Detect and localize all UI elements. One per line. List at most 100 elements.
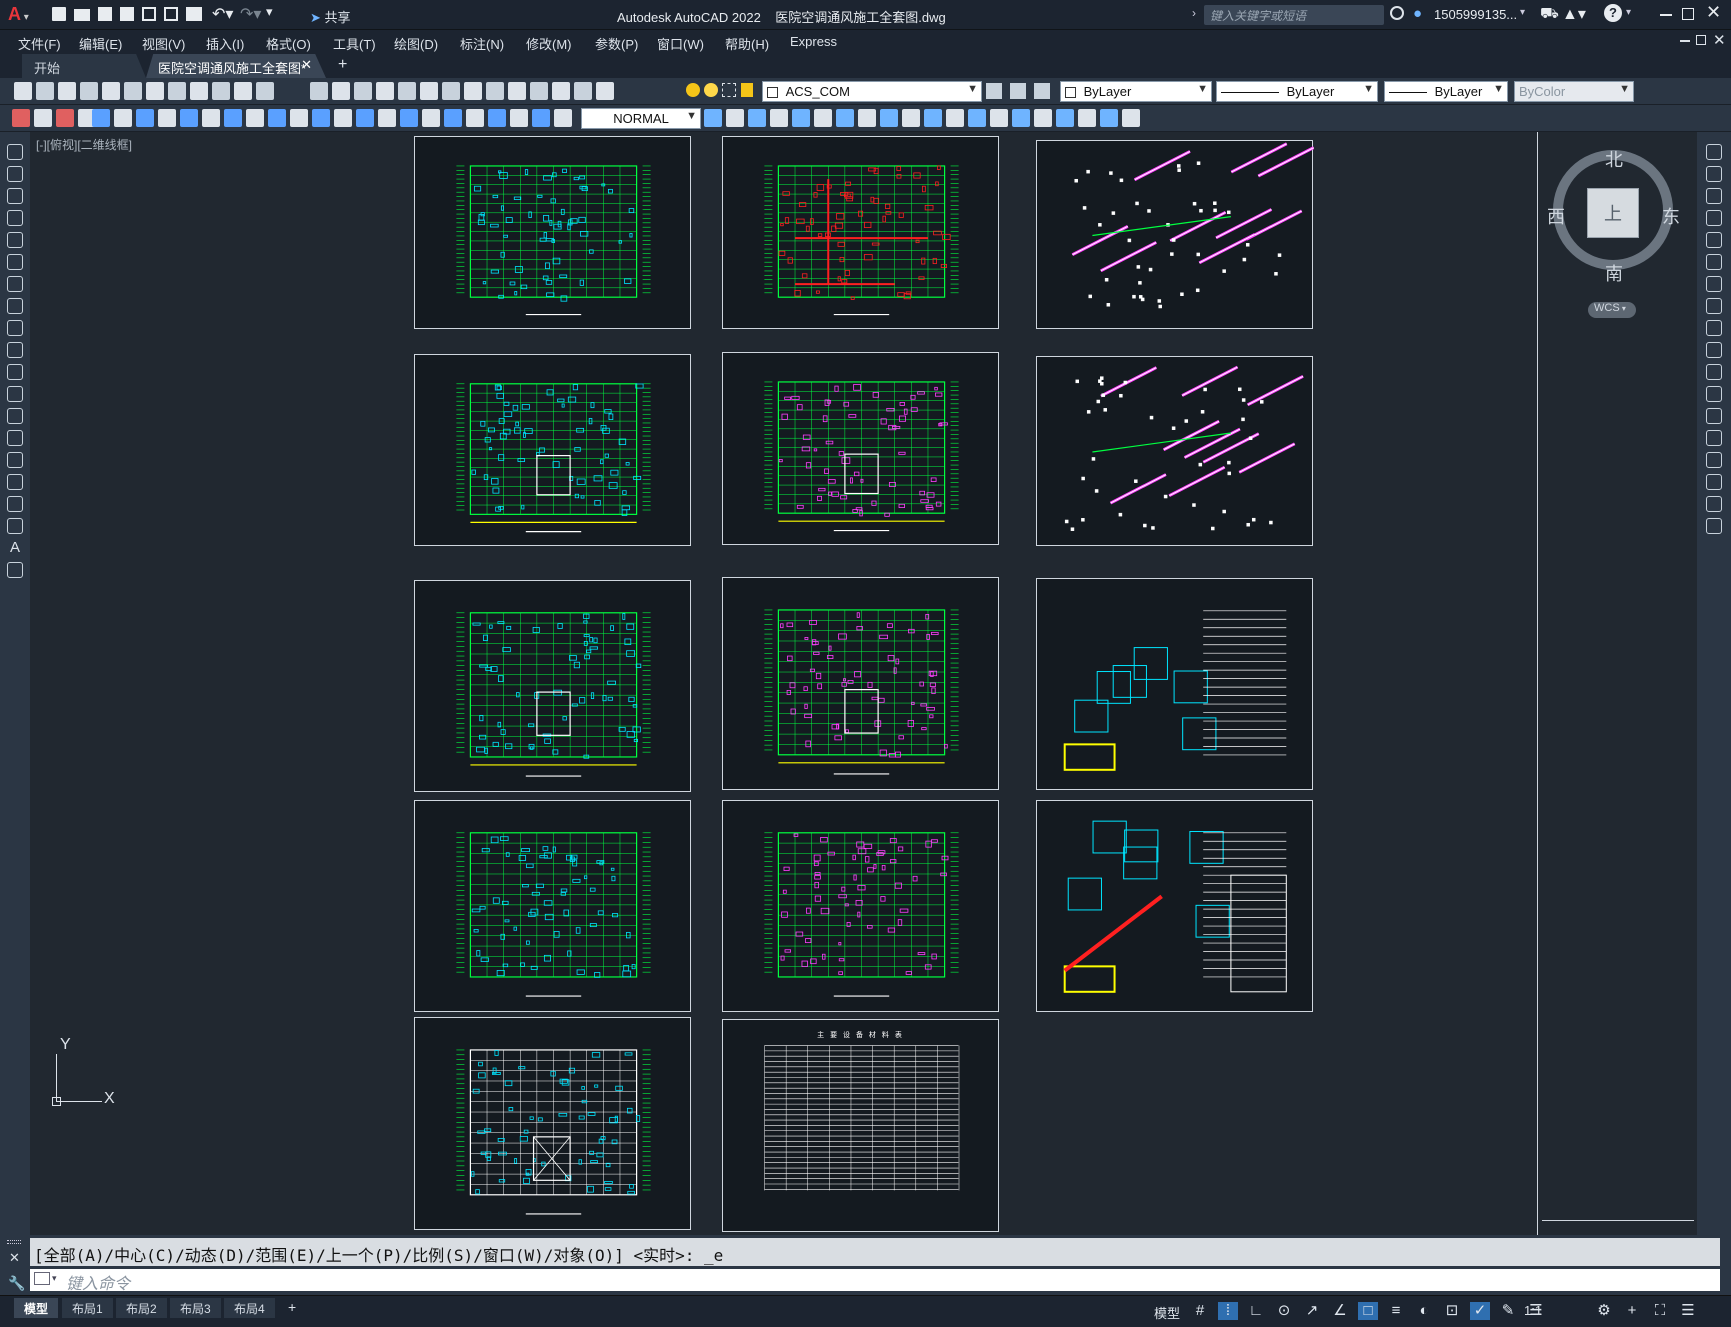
send-back-icon[interactable] xyxy=(748,109,766,127)
drawing-sheet-3[interactable] xyxy=(1036,140,1315,329)
menu-edit[interactable]: 编辑(E) xyxy=(79,34,122,53)
jogged-icon[interactable] xyxy=(202,109,220,127)
save-icon[interactable] xyxy=(98,7,112,21)
properties-icon[interactable] xyxy=(442,82,460,100)
make-block-icon[interactable] xyxy=(7,408,23,424)
add-selected-icon[interactable] xyxy=(7,562,23,578)
menu-insert[interactable]: 插入(I) xyxy=(206,34,244,53)
customize-qat-icon[interactable]: ▾ xyxy=(266,4,273,20)
join-icon[interactable] xyxy=(1706,430,1722,446)
mtext-icon[interactable] xyxy=(56,109,74,127)
web-mobile-open-icon[interactable] xyxy=(142,7,156,21)
hatch-icon[interactable] xyxy=(7,452,23,468)
offset-icon[interactable] xyxy=(1706,210,1722,226)
drawing-sheet-1[interactable] xyxy=(414,136,691,329)
bring-front-icon[interactable] xyxy=(726,109,744,127)
zoom-previous-icon[interactable] xyxy=(420,82,438,100)
annotation-scale[interactable]: 1:1 xyxy=(1524,1303,1542,1318)
scrollbar-horizontal[interactable] xyxy=(1542,1220,1694,1221)
mirror-icon[interactable] xyxy=(1706,188,1722,204)
bring-above-icon[interactable] xyxy=(770,109,788,127)
copy-icon[interactable] xyxy=(190,82,208,100)
undo-icon[interactable]: ↶▾ xyxy=(212,4,233,24)
drawing-sheet-4[interactable] xyxy=(414,354,691,546)
layer-previous-icon[interactable] xyxy=(1010,83,1026,99)
doc-close-icon[interactable]: ✕ xyxy=(1713,31,1726,49)
markup-icon[interactable] xyxy=(530,82,548,100)
multiline-text-icon[interactable]: A xyxy=(7,540,23,556)
freeze-icon[interactable] xyxy=(722,83,736,97)
selection-cycling-toggle-icon[interactable]: ⊡ xyxy=(1442,1302,1462,1320)
scale-icon[interactable] xyxy=(1706,298,1722,314)
dim-edit-icon[interactable] xyxy=(466,109,484,127)
menu-modify[interactable]: 修改(M) xyxy=(526,34,572,53)
quickcalc-icon[interactable] xyxy=(552,82,570,100)
break-icon[interactable] xyxy=(1706,408,1722,424)
aligned-dim-icon[interactable] xyxy=(114,109,132,127)
user-name[interactable]: 1505999135... xyxy=(1434,7,1517,22)
drawing-sheet-6[interactable] xyxy=(1036,356,1313,546)
leader-front-icon[interactable] xyxy=(858,109,876,127)
polyline-icon[interactable] xyxy=(7,188,23,204)
zoom-realtime-icon[interactable] xyxy=(376,82,394,100)
quick-dim-icon[interactable] xyxy=(268,109,286,127)
select-group-icon[interactable] xyxy=(968,109,986,127)
menu-format[interactable]: 格式(O) xyxy=(266,34,311,53)
doc-minimize-icon[interactable] xyxy=(1680,40,1690,42)
paste-icon[interactable] xyxy=(212,82,230,100)
drawing-sheet-7[interactable] xyxy=(414,580,691,792)
point-icon[interactable] xyxy=(7,430,23,446)
explode-icon[interactable] xyxy=(1706,518,1722,534)
3d-print-icon[interactable] xyxy=(146,82,164,100)
prompt-dropdown-icon[interactable]: ▾ xyxy=(52,1273,57,1284)
open-icon[interactable] xyxy=(36,82,54,100)
drawing-canvas[interactable]: [-][俯视][二维线框] 主 要 设 备 材 料 表 上 北 南 西 东 WC… xyxy=(30,132,1697,1235)
workspace-toggle-icon[interactable]: ⚙ xyxy=(1594,1302,1614,1320)
baseline-icon[interactable] xyxy=(290,109,308,127)
tab-model[interactable]: 模型 xyxy=(14,1298,59,1318)
jog-line-icon[interactable] xyxy=(444,109,462,127)
undo-icon[interactable] xyxy=(310,82,328,100)
doc-restore-icon[interactable] xyxy=(1696,35,1706,45)
cut-icon[interactable] xyxy=(168,82,186,100)
revision-cloud-icon[interactable] xyxy=(7,298,23,314)
close-icon[interactable]: ✕ xyxy=(1706,2,1721,23)
design-center-icon[interactable] xyxy=(464,82,482,100)
model-space-button[interactable]: 模型 xyxy=(1154,1303,1180,1322)
center-mark-icon[interactable] xyxy=(400,109,418,127)
arc-icon[interactable] xyxy=(7,254,23,270)
grid-toggle-icon[interactable]: # xyxy=(1190,1302,1210,1320)
polar-toggle-icon[interactable]: ⊙ xyxy=(1274,1302,1294,1320)
wcs-menu-button[interactable]: WCS ▾ xyxy=(1588,302,1636,318)
tool-palettes-icon[interactable] xyxy=(486,82,504,100)
new-layout-button[interactable]: + xyxy=(288,1299,296,1315)
open-icon[interactable] xyxy=(74,9,90,21)
blend-curves-icon[interactable] xyxy=(1706,496,1722,512)
boundary-icon[interactable] xyxy=(1056,109,1074,127)
break-at-point-icon[interactable] xyxy=(1706,386,1722,402)
pan-icon[interactable] xyxy=(354,82,372,100)
copy-icon[interactable] xyxy=(1706,166,1722,182)
ortho-toggle-icon[interactable]: ∟ xyxy=(1246,1302,1266,1320)
viewcube-south[interactable]: 南 xyxy=(1605,260,1623,286)
drawing-sheet-10[interactable] xyxy=(414,800,691,1012)
drawing-sheet-11[interactable] xyxy=(722,800,999,1012)
angular-icon[interactable] xyxy=(246,109,264,127)
text-edit-icon[interactable] xyxy=(34,109,52,127)
region-icon[interactable] xyxy=(1034,109,1052,127)
diameter-icon[interactable] xyxy=(224,109,242,127)
dim-break-icon[interactable] xyxy=(356,109,374,127)
help-icon[interactable]: ? xyxy=(1604,4,1622,22)
fillet-icon[interactable] xyxy=(1706,474,1722,490)
viewcube-face-top[interactable]: 上 xyxy=(1587,188,1639,238)
object-snap-toggle-icon[interactable]: □ xyxy=(1358,1302,1378,1320)
menu-view[interactable]: 视图(V) xyxy=(142,34,185,53)
match-properties-icon[interactable] xyxy=(234,82,252,100)
object-snap-tracking-toggle-icon[interactable]: ∠ xyxy=(1330,1302,1350,1320)
insert-block-icon[interactable] xyxy=(7,386,23,402)
color-dropdown[interactable]: ByLayer ▼ xyxy=(1060,81,1212,102)
drawing-sheet-14[interactable]: 主 要 设 备 材 料 表 xyxy=(722,1019,999,1232)
mleader-icon[interactable] xyxy=(554,109,572,127)
move-icon[interactable] xyxy=(1706,254,1722,270)
ordinate-icon[interactable] xyxy=(158,109,176,127)
